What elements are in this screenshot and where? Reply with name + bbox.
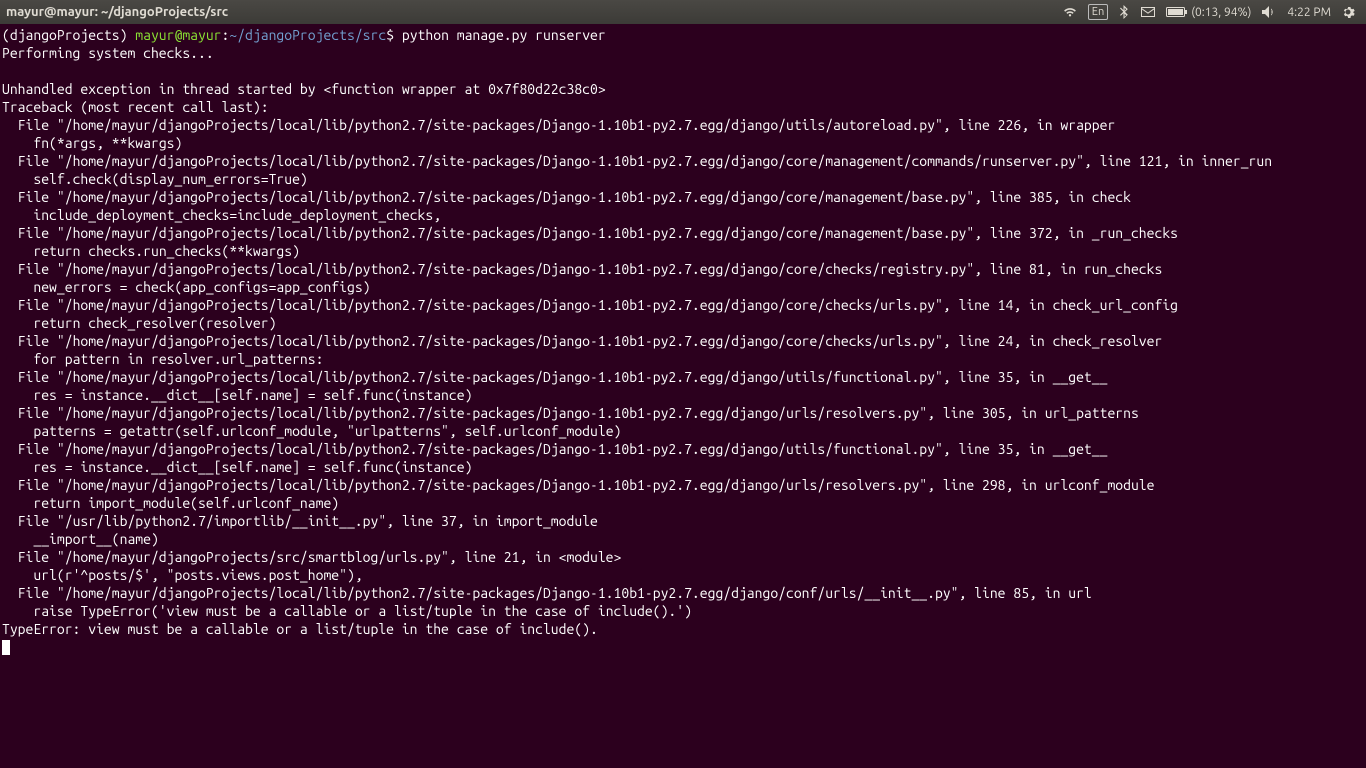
bluetooth-icon[interactable] — [1113, 0, 1135, 24]
language-label: En — [1088, 4, 1108, 20]
prompt-venv: (djangoProjects) — [2, 27, 135, 43]
settings-gear-icon[interactable] — [1336, 0, 1360, 24]
terminal-area[interactable]: (djangoProjects) mayur@mayur:~/djangoPro… — [0, 24, 1366, 768]
language-indicator[interactable]: En — [1083, 0, 1113, 24]
volume-icon[interactable] — [1256, 0, 1282, 24]
clock[interactable]: 4:22 PM — [1282, 0, 1336, 24]
mail-icon[interactable] — [1135, 0, 1161, 24]
battery-text: (0:13, 94%) — [1191, 6, 1251, 19]
battery-indicator[interactable]: (0:13, 94%) — [1161, 0, 1256, 24]
window-title: mayur@mayur: ~/djangoProjects/src — [6, 5, 228, 19]
wifi-icon[interactable] — [1057, 0, 1083, 24]
prompt-path: ~/djangoProjects/src — [229, 27, 386, 43]
terminal-cursor — [2, 640, 10, 655]
terminal-output: Performing system checks... Unhandled ex… — [2, 45, 1272, 637]
command-text: python manage.py runserver — [402, 27, 606, 43]
system-menubar: mayur@mayur: ~/djangoProjects/src En (0:… — [0, 0, 1366, 24]
prompt-userhost: mayur@mayur — [135, 27, 221, 43]
prompt-dollar: $ — [386, 27, 394, 43]
